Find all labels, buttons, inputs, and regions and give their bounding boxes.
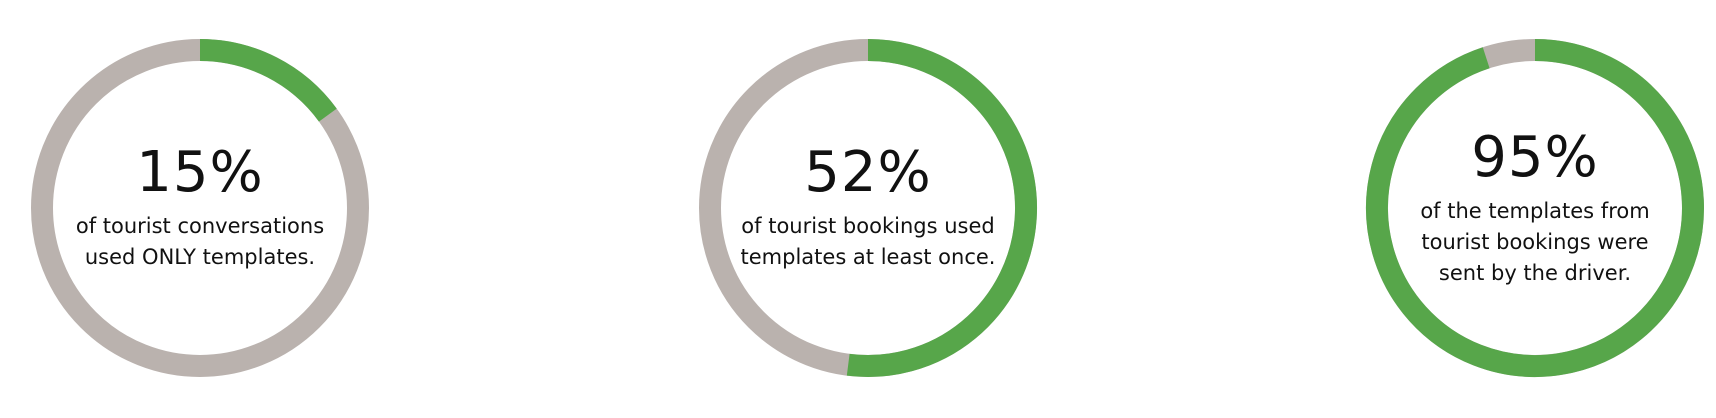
stat-caption: of the templates from tourist bookings w… — [1420, 198, 1650, 285]
stat-caption: of tourist bookings used templates at le… — [740, 214, 996, 269]
stat-value: 15% — [136, 140, 264, 205]
stat-text: 52% of tourist bookings used templates a… — [738, 38, 998, 378]
stat-bookings-used-templates: 52% of tourist bookings used templates a… — [698, 38, 1038, 378]
stat-value: 52% — [804, 140, 932, 205]
stat-template-only-conversations: 15% of tourist conversations used ONLY t… — [30, 38, 370, 378]
stat-templates-sent-by-driver: 95% of the templates from tourist bookin… — [1365, 38, 1705, 378]
stats-panel: { "colors": { "filled": "#57a64a", "rema… — [0, 0, 1716, 418]
stat-caption: of tourist conversations used ONLY templ… — [75, 214, 325, 269]
stat-text: 15% of tourist conversations used ONLY t… — [70, 38, 330, 378]
stat-text: 95% of the templates from tourist bookin… — [1405, 38, 1665, 378]
stat-value: 95% — [1471, 124, 1599, 190]
